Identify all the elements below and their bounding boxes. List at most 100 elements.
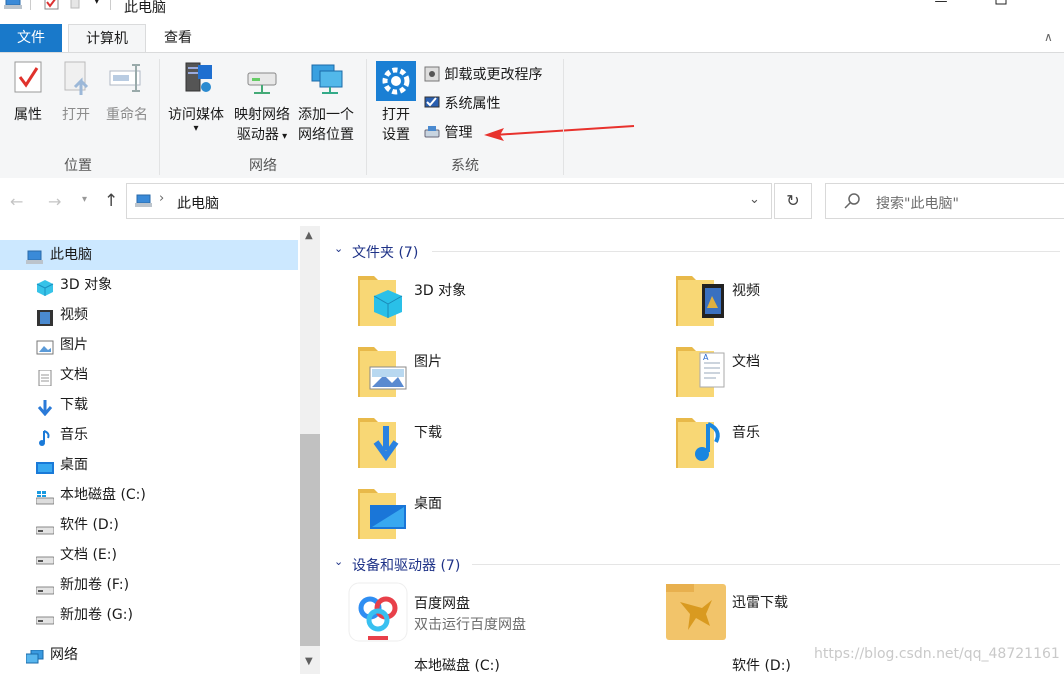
ribbon: 属性 打开 重命名 位置 访问媒体 ▾ 映射网络 驱动器 ▾ 添加一个 网络位置 (0, 52, 1064, 180)
chevron-down-icon[interactable]: ⌄ (334, 555, 343, 568)
sidebar-item[interactable]: 视频 (0, 300, 298, 330)
system-properties-icon (424, 95, 440, 111)
open-settings-button[interactable]: 打开 设置 (374, 61, 418, 145)
picture-icon (36, 337, 54, 355)
folder-label[interactable]: 下载 (414, 422, 442, 442)
address-bar[interactable]: › 此电脑 ⌄ (126, 183, 772, 219)
divider (432, 251, 1060, 252)
collapse-ribbon-icon[interactable]: ∧ (1044, 30, 1053, 44)
rename-label: 重命名 (106, 107, 148, 123)
uninstall-label: 卸载或更改程序 (444, 67, 543, 83)
sidebar-item-label: 新加卷 (G:) (60, 607, 133, 623)
chevron-down-icon[interactable]: ⌄ (749, 192, 760, 207)
folder-label[interactable]: 视频 (732, 280, 760, 300)
folder-label[interactable]: 3D 对象 (414, 280, 466, 300)
minimize-button[interactable]: — (918, 0, 964, 14)
system-properties-button[interactable]: 系统属性 (424, 92, 500, 116)
sidebar-item[interactable]: 3D 对象 (0, 270, 298, 300)
folder-music-icon[interactable] (674, 412, 734, 472)
sidebar-item[interactable]: 文档 (E:) (0, 540, 298, 570)
folder-document-icon[interactable]: A (674, 341, 734, 401)
folder-cube-icon[interactable] (356, 270, 416, 330)
scroll-up-icon[interactable]: ▲ (305, 230, 313, 241)
sidebar-item[interactable]: 软件 (D:) (0, 510, 298, 540)
open-label: 打开 (62, 107, 90, 123)
drive-icon (35, 517, 55, 535)
folder-label[interactable]: 文档 (732, 351, 760, 371)
up-icon[interactable]: ↑ (104, 191, 118, 211)
recent-locations-icon[interactable]: ▾ (82, 194, 87, 205)
group-system-label: 系统 (451, 158, 479, 174)
sidebar-item[interactable]: 本地磁盘 (C:) (0, 480, 298, 510)
chevron-right-icon[interactable]: › (159, 191, 164, 206)
map-drive-label-1: 映射网络 (234, 107, 290, 123)
sidebar-item[interactable]: 网络 (0, 640, 298, 670)
map-drive-button[interactable]: 映射网络 驱动器 ▾ (230, 61, 294, 147)
folder-label[interactable]: 音乐 (732, 422, 760, 442)
chevron-down-icon[interactable]: ⌄ (334, 242, 343, 255)
folder-picture-icon[interactable] (356, 341, 416, 401)
folder-video-icon[interactable] (674, 270, 734, 330)
device-label[interactable]: 本地磁盘 (C:) (414, 655, 500, 675)
sidebar-item[interactable]: 新加卷 (F:) (0, 570, 298, 600)
tab-view[interactable]: 查看 (148, 24, 208, 52)
baidu-netdisk-icon[interactable] (348, 582, 408, 642)
manage-button[interactable]: 管理 (424, 121, 472, 145)
sidebar-item[interactable]: 图片 (0, 330, 298, 360)
devices-section-header[interactable]: 设备和驱动器 (7) (352, 555, 460, 575)
device-label[interactable]: 迅雷下载 (732, 592, 788, 612)
computer-icon (26, 247, 44, 264)
back-icon[interactable]: ← (10, 192, 23, 211)
search-input[interactable]: 搜索"此电脑" (825, 183, 1064, 219)
music-icon (36, 427, 54, 446)
properties-quick-icon[interactable] (44, 0, 60, 10)
map-drive-label-2: 驱动器 (236, 127, 279, 143)
scroll-down-icon[interactable]: ▼ (305, 656, 313, 667)
new-folder-quick-icon[interactable] (70, 0, 80, 10)
tab-computer[interactable]: 计算机 (68, 24, 146, 53)
folder-label[interactable]: 桌面 (414, 493, 442, 513)
uninstall-icon (424, 66, 440, 82)
sidebar-item-label: 网络 (50, 647, 78, 663)
address-path[interactable]: 此电脑 (177, 193, 219, 213)
sidebar-scroll-thumb[interactable] (300, 434, 320, 646)
media-server-icon (176, 61, 216, 95)
refresh-button[interactable]: ↻ (774, 183, 812, 219)
add-location-label-1: 添加一个 (298, 107, 354, 123)
uninstall-button[interactable]: 卸载或更改程序 (424, 63, 542, 87)
rename-button[interactable]: 重命名 (102, 61, 152, 125)
divider (472, 564, 1060, 565)
computer-icon[interactable] (4, 0, 24, 10)
sidebar-item[interactable]: 桌面 (0, 450, 298, 480)
open-settings-label-1: 打开 (382, 107, 410, 123)
open-settings-label-2: 设置 (382, 127, 410, 143)
folders-section-header[interactable]: 文件夹 (7) (352, 242, 418, 262)
sidebar-item[interactable]: 此电脑 (0, 240, 298, 270)
folder-desktop-icon[interactable] (356, 483, 416, 543)
sidebar-item[interactable]: 文档 (0, 360, 298, 390)
network-location-icon (306, 61, 346, 95)
document-icon (36, 367, 54, 387)
sidebar-item[interactable]: 新加卷 (G:) (0, 600, 298, 630)
add-network-location-button[interactable]: 添加一个 网络位置 (294, 61, 358, 145)
tab-file[interactable]: 文件 (0, 24, 62, 52)
thunder-download-icon[interactable] (666, 582, 726, 642)
chevron-down-icon: ▾ (278, 131, 288, 142)
sidebar-item[interactable]: 音乐 (0, 420, 298, 450)
folder-download-icon[interactable] (356, 412, 416, 472)
open-button[interactable]: 打开 (56, 61, 96, 125)
refresh-icon: ↻ (786, 191, 800, 210)
sidebar-item[interactable]: 下载 (0, 390, 298, 420)
device-label[interactable]: 百度网盘 (414, 593, 470, 613)
folder-label[interactable]: 图片 (414, 351, 442, 371)
properties-button[interactable]: 属性 (6, 61, 50, 125)
maximize-button[interactable] (978, 0, 1024, 14)
device-label[interactable]: 软件 (D:) (732, 655, 791, 675)
desktop-icon (36, 457, 54, 474)
drive-icon (35, 607, 55, 625)
group-location-label: 位置 (64, 158, 92, 174)
properties-label: 属性 (14, 107, 42, 123)
forward-icon[interactable]: → (48, 192, 61, 211)
access-media-button[interactable]: 访问媒体 ▾ (164, 61, 228, 134)
chevron-down-icon[interactable]: ▾ (94, 0, 100, 7)
